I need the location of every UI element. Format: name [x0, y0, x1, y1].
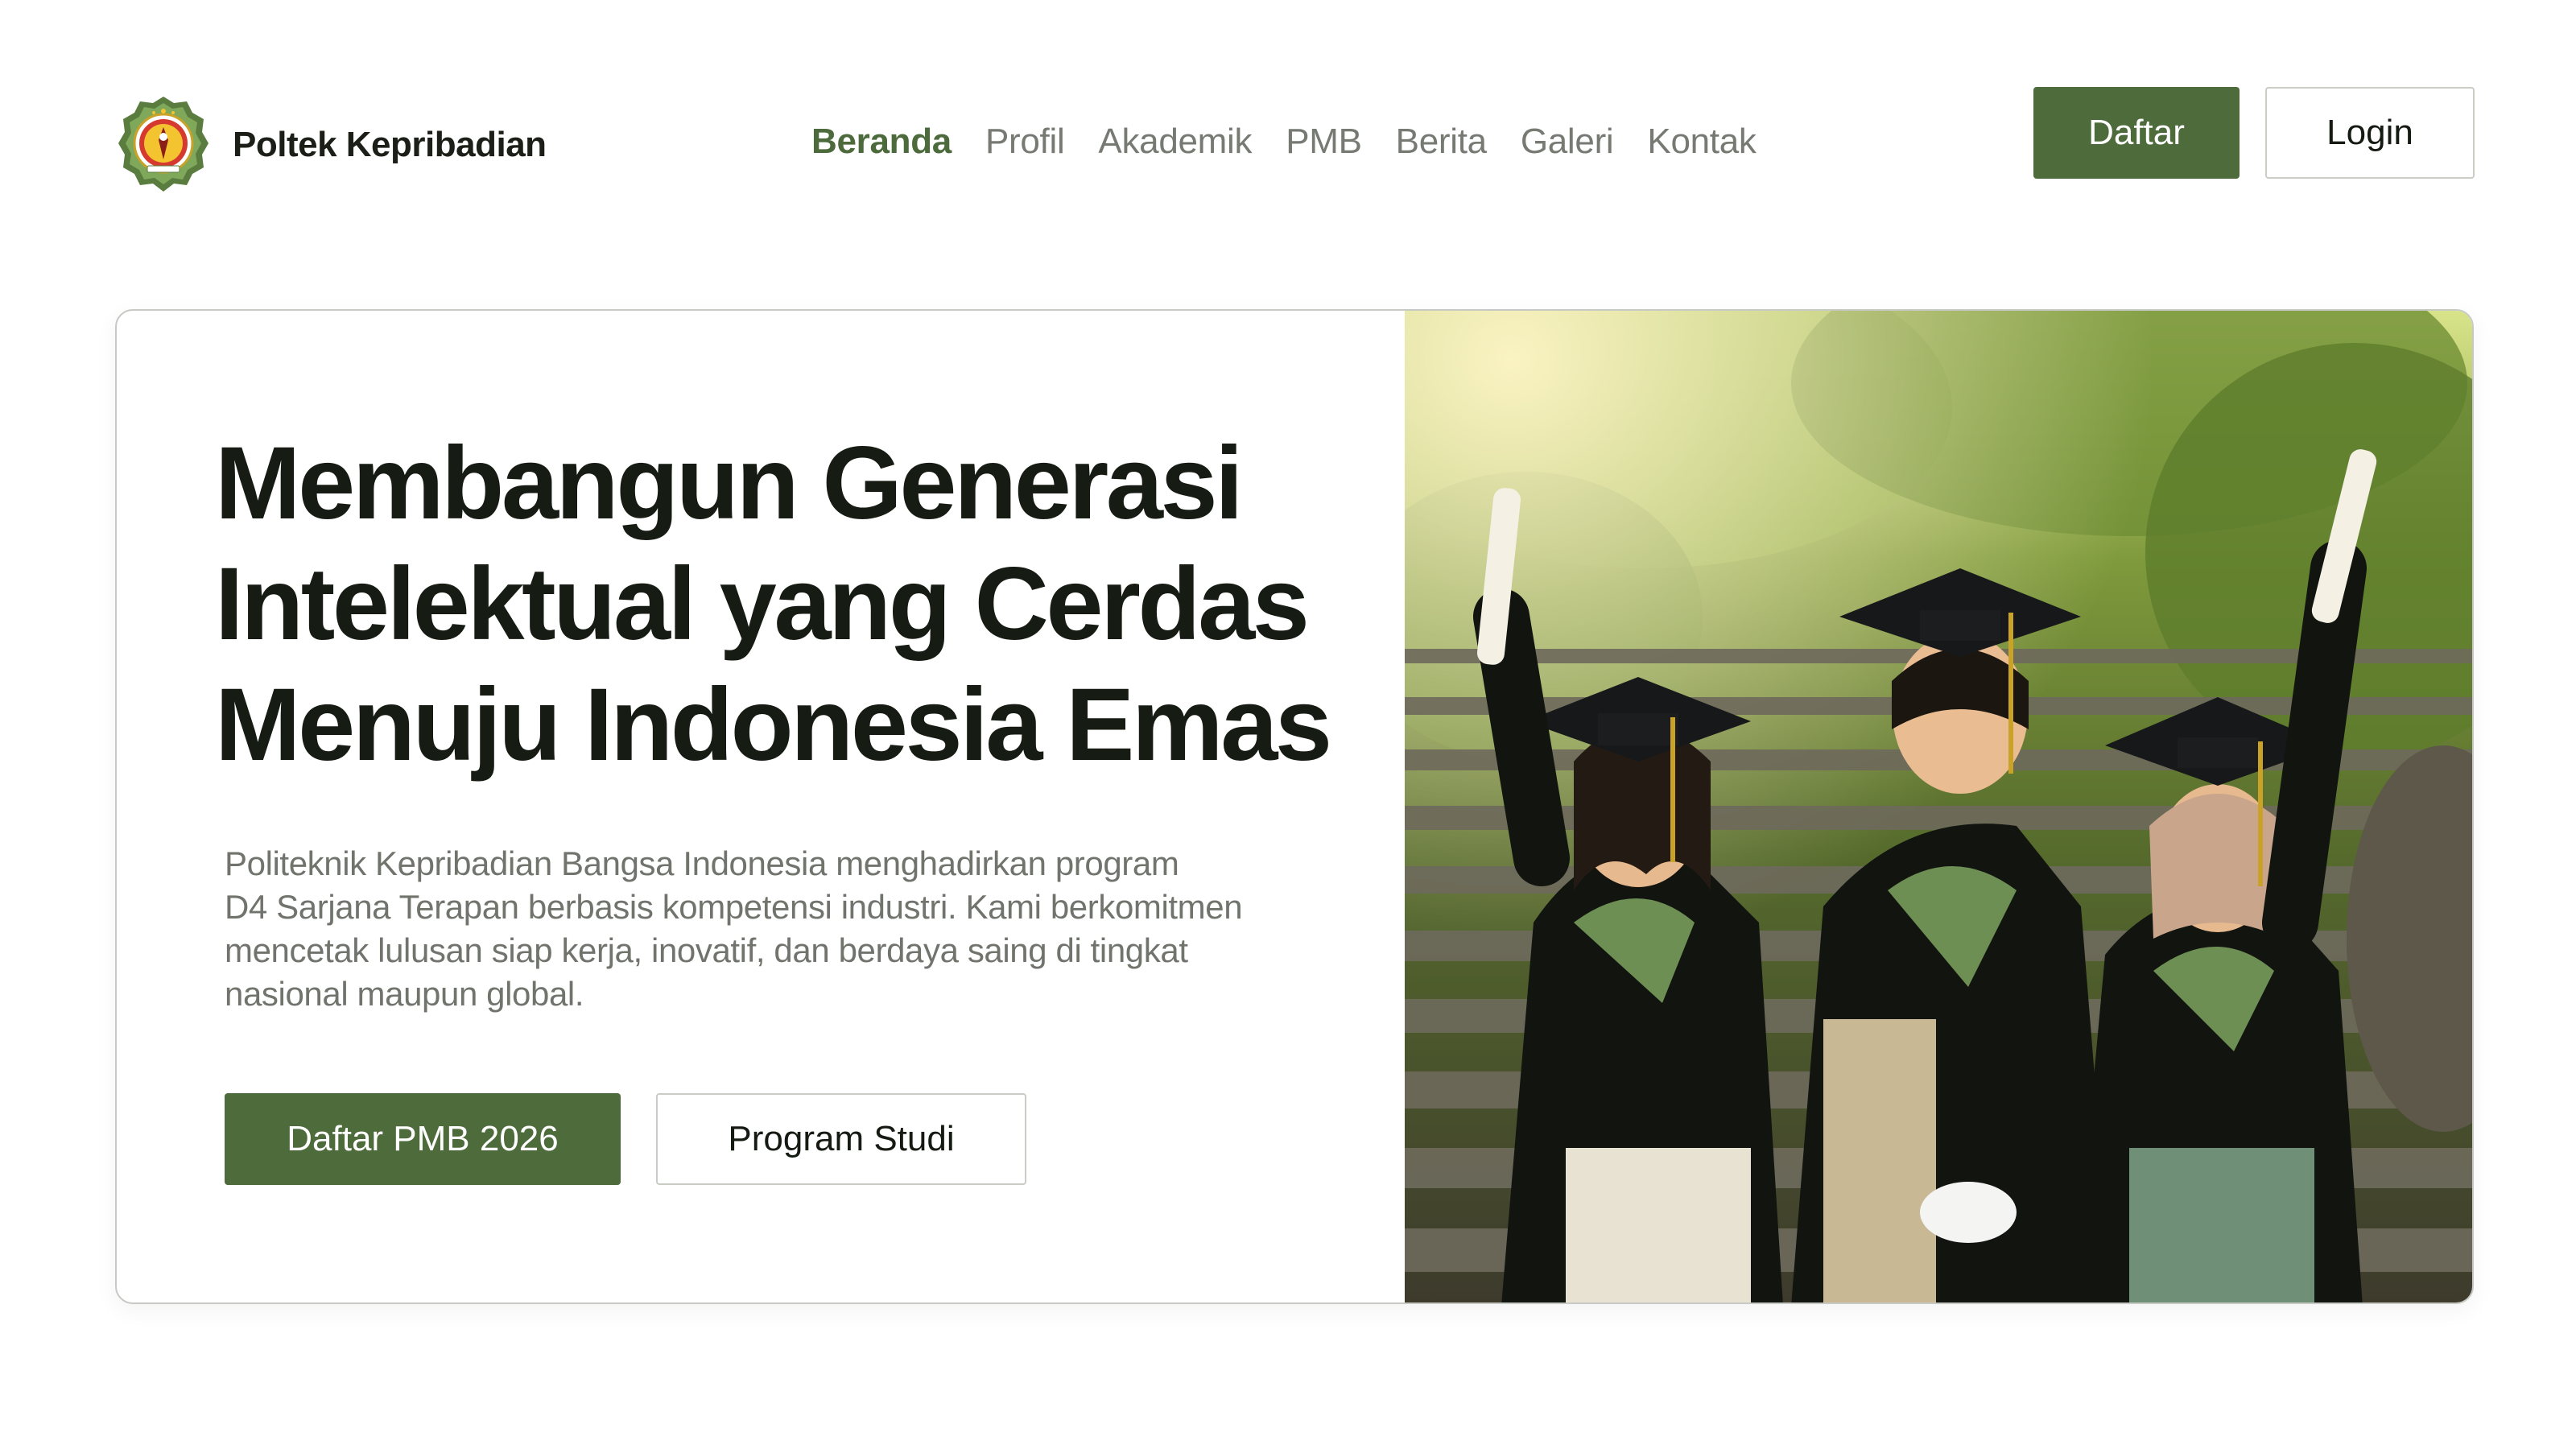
institution-crest-icon	[118, 97, 208, 192]
nav-item-kontak[interactable]: Kontak	[1647, 122, 1756, 162]
headline-line: Intelektual yang Cerdas	[215, 547, 1310, 662]
headline-line: Menuju Indonesia Emas	[215, 667, 1332, 782]
hero-headline: Membangun Generasi Intelektual yang Cerd…	[215, 423, 1390, 786]
register-pmb-button[interactable]: Daftar PMB 2026	[225, 1093, 621, 1185]
main-nav: Beranda Profil Akademik PMB Berita Galer…	[811, 118, 1757, 166]
description-line: D4 Sarjana Terapan berbasis kompetensi i…	[225, 888, 1243, 926]
hero-content: Membangun Generasi Intelektual yang Cerd…	[117, 311, 1405, 1302]
nav-item-beranda[interactable]: Beranda	[811, 122, 952, 162]
nav-item-berita[interactable]: Berita	[1396, 122, 1487, 162]
nav-item-galeri[interactable]: Galeri	[1521, 122, 1614, 162]
hero-card: Membangun Generasi Intelektual yang Cerd…	[115, 309, 2474, 1304]
nav-item-profil[interactable]: Profil	[985, 122, 1065, 162]
graduates-illustration	[1405, 311, 2472, 1302]
login-button[interactable]: Login	[2265, 87, 2475, 179]
study-programs-button[interactable]: Program Studi	[656, 1093, 1026, 1185]
register-button[interactable]: Daftar	[2033, 87, 2240, 179]
nav-item-akademik[interactable]: Akademik	[1098, 122, 1252, 162]
description-line: mencetak lulusan siap kerja, inovatif, d…	[225, 931, 1188, 969]
headline-line: Membangun Generasi	[215, 426, 1244, 541]
brand-name: Poltek Kepribadian	[233, 125, 547, 164]
nav-item-pmb[interactable]: PMB	[1286, 122, 1362, 162]
description-line: nasional maupun global.	[225, 975, 584, 1013]
description-line: Politeknik Kepribadian Bangsa Indonesia …	[225, 844, 1179, 882]
graduates-photo	[1405, 311, 2472, 1302]
brand[interactable]: Poltek Kepribadian	[115, 95, 547, 195]
hero-description: Politeknik Kepribadian Bangsa Indonesia …	[225, 842, 1335, 1016]
